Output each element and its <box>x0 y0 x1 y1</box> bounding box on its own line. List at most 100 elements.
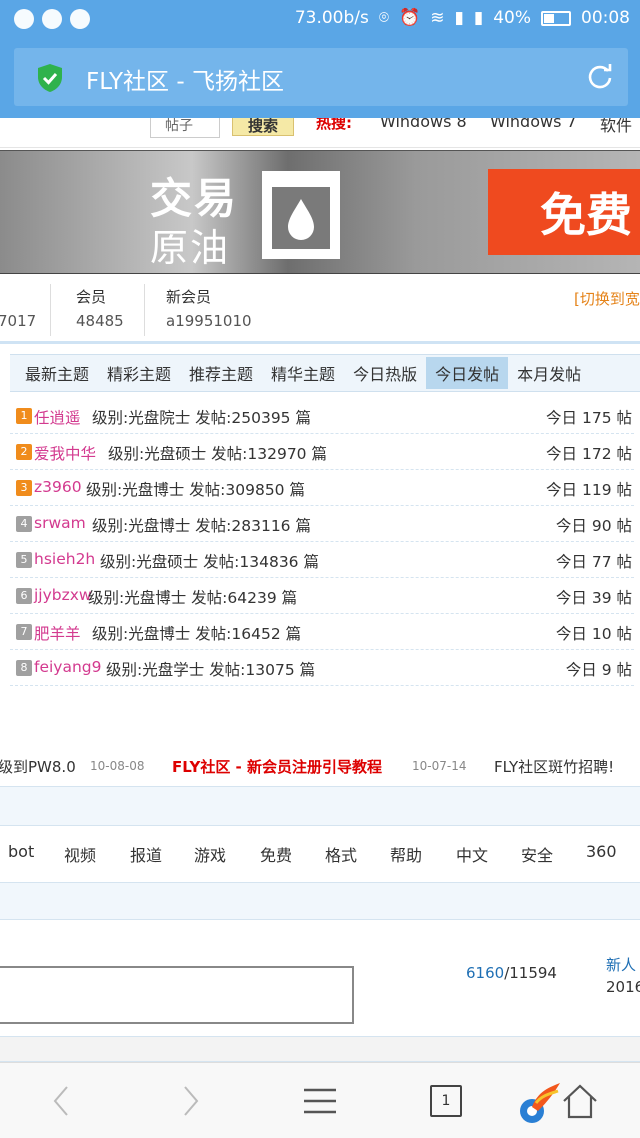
member-name-link[interactable]: 肥羊羊 <box>34 622 81 644</box>
switch-width-link[interactable]: [切换到宽 <box>574 288 640 309</box>
keyword-link[interactable]: 安全 <box>521 842 553 866</box>
news-item[interactable]: FLY社区斑竹招聘! <box>494 756 614 777</box>
forum-stats: 7017 会员 48485 新会员 a19951010 [切换到宽 <box>0 276 640 344</box>
notification-icons <box>14 9 90 29</box>
members-value: 48485 <box>76 312 124 330</box>
rank-badge: 6 <box>16 588 32 604</box>
ranking-row: 4 srwam 级别:光盘博士 发帖:283116 篇 今日 90 帖 <box>10 506 634 542</box>
tab-item[interactable]: 最新主题 <box>16 357 98 389</box>
forward-icon[interactable] <box>170 1081 210 1121</box>
banner-line-2: 原油 <box>150 226 231 270</box>
tab-item[interactable]: 精华主题 <box>262 357 344 389</box>
year-text: 2016 <box>606 978 640 996</box>
member-name-link[interactable]: feiyang9 <box>34 658 102 676</box>
tab-item[interactable]: 今日发帖 <box>426 357 509 389</box>
member-name-link[interactable]: 任逍遥 <box>34 406 81 428</box>
keyword-link[interactable]: 360 <box>586 842 617 861</box>
hot-tag[interactable]: Windows 7 <box>490 118 577 131</box>
search-button[interactable]: 搜索 <box>232 118 294 136</box>
news-item[interactable]: FLY社区 - 新会员注册引导教程 <box>172 756 382 777</box>
back-icon[interactable] <box>42 1081 82 1121</box>
ranking-row: 3 z3960 级别:光盘博士 发帖:309850 篇 今日 119 帖 <box>10 470 634 506</box>
today-post-count: 今日 39 帖 <box>555 589 632 607</box>
ad-banner[interactable]: 交易 原油 免费 <box>0 150 640 274</box>
divider <box>50 284 51 336</box>
ranking-row: 7 肥羊羊 级别:光盘博士 发帖:16452 篇 今日 10 帖 <box>10 614 634 650</box>
tab-item[interactable]: 今日热版 <box>344 357 426 389</box>
section-band <box>0 882 640 920</box>
new-member-link[interactable]: 新人 <box>606 954 636 975</box>
new-member-value[interactable]: a19951010 <box>166 312 252 330</box>
location-icon: ⌾ <box>378 8 390 28</box>
keyword-link[interactable]: 免费 <box>260 842 292 866</box>
ranking-row: 5 hsieh2h 级别:光盘硕士 发帖:134836 篇 今日 77 帖 <box>10 542 634 578</box>
member-info: 级别:光盘博士 发帖:283116 篇 <box>92 517 311 535</box>
ratio-today[interactable]: 6160 <box>466 964 504 982</box>
ranking-row: 6 jjybzxw 级别:光盘博士 发帖:64239 篇 今日 39 帖 <box>10 578 634 614</box>
keyword-link[interactable]: bot <box>8 842 34 861</box>
member-info: 级别:光盘硕士 发帖:134836 篇 <box>100 553 319 571</box>
member-name-link[interactable]: 爱我中华 <box>34 442 96 464</box>
status-bar: 73.00b/s ⌾ ⏰ ≋ ▮ ▮ 40% 00:08 <box>0 0 640 38</box>
tab-item[interactable]: 精彩主题 <box>98 357 180 389</box>
page-title: FLY社区 - 飞扬社区 <box>86 69 284 95</box>
ranking-row: 2 爱我中华 级别:光盘硕士 发帖:132970 篇 今日 172 帖 <box>10 434 634 470</box>
keyword-link[interactable]: 帮助 <box>390 842 422 866</box>
keyword-link[interactable]: 格式 <box>325 842 357 866</box>
member-info: 级别:光盘院士 发帖:250395 篇 <box>92 409 311 427</box>
app-logo-icon <box>520 1083 560 1123</box>
news-item[interactable]: 级到PW8.0 <box>0 756 76 777</box>
member-info: 级别:光盘博士 发帖:16452 篇 <box>92 625 302 643</box>
today-post-count: 今日 175 帖 <box>546 409 632 427</box>
tab-item[interactable]: 推荐主题 <box>180 357 262 389</box>
search-row: 帖子 搜索 热搜: Windows 8 Windows 7 软件 <box>0 118 640 148</box>
today-post-count: 今日 77 帖 <box>555 553 632 571</box>
content-box <box>0 966 354 1024</box>
qq-notification-icon <box>42 9 62 29</box>
banner-cta[interactable]: 免费 <box>488 169 640 255</box>
browser-toolbar: FLY社区 - 飞扬社区 <box>0 38 640 118</box>
rank-badge: 2 <box>16 444 32 460</box>
search-type-select[interactable]: 帖子 <box>150 118 220 138</box>
keyword-row: bot 视频 报道 游戏 免费 格式 帮助 中文 安全 360 <box>0 836 640 872</box>
hot-tag[interactable]: 软件 <box>600 118 632 136</box>
rank-badge: 3 <box>16 480 32 496</box>
member-name-link[interactable]: jjybzxw <box>34 586 92 604</box>
keyword-link[interactable]: 中文 <box>456 842 488 866</box>
new-member-label: 新会员 <box>166 288 212 306</box>
member-info: 级别:光盘硕士 发帖:132970 篇 <box>108 445 327 463</box>
rank-badge: 5 <box>16 552 32 568</box>
member-info: 级别:光盘博士 发帖:64239 篇 <box>88 589 298 607</box>
keyword-link[interactable]: 视频 <box>64 842 96 866</box>
battery-icon <box>541 10 571 26</box>
today-post-count: 今日 9 帖 <box>565 661 632 679</box>
oil-barrel-icon <box>262 171 340 259</box>
rank-badge: 1 <box>16 408 32 424</box>
hot-tag[interactable]: Windows 8 <box>380 118 467 131</box>
more-notification-icon <box>70 9 90 29</box>
member-name-link[interactable]: srwam <box>34 514 86 532</box>
address-bar[interactable]: FLY社区 - 飞扬社区 <box>14 48 628 106</box>
refresh-icon[interactable] <box>586 63 614 91</box>
stat-partial-value: 7017 <box>0 312 37 330</box>
member-name-link[interactable]: hsieh2h <box>34 550 95 568</box>
menu-icon[interactable] <box>300 1081 340 1121</box>
news-date: 10-08-08 <box>90 759 145 773</box>
news-date: 10-07-14 <box>412 759 467 773</box>
tabs-count-button[interactable]: 1 <box>430 1085 462 1117</box>
battery-percent: 40% <box>493 8 531 28</box>
alarm-icon: ⏰ <box>399 8 421 28</box>
hot-search-label: 热搜: <box>316 118 352 132</box>
chat-notification-icon <box>14 9 34 29</box>
rank-badge: 7 <box>16 624 32 640</box>
ranking-row: 8 feiyang9 级别:光盘学士 发帖:13075 篇 今日 9 帖 <box>10 650 634 686</box>
section-band <box>0 1036 640 1062</box>
browser-bottom-nav: 1 <box>0 1062 640 1138</box>
today-post-count: 今日 119 帖 <box>546 481 632 499</box>
keyword-link[interactable]: 游戏 <box>194 842 226 866</box>
tab-item[interactable]: 本月发帖 <box>508 357 590 389</box>
member-name-link[interactable]: z3960 <box>34 478 82 496</box>
keyword-link[interactable]: 报道 <box>130 842 162 866</box>
clock: 00:08 <box>581 8 630 28</box>
home-icon[interactable] <box>560 1081 600 1121</box>
